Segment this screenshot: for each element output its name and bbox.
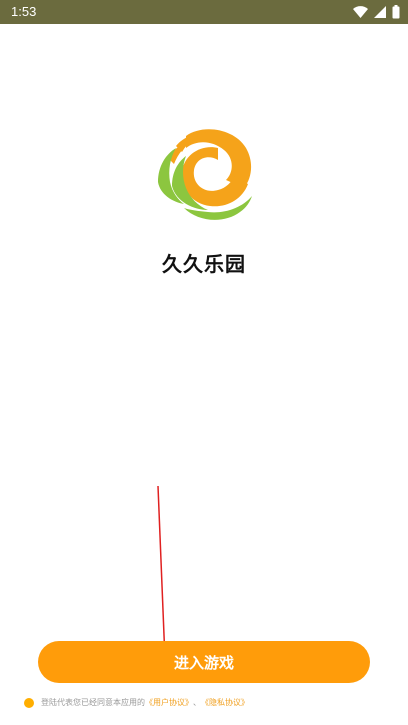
- app-name: 久久乐园: [162, 252, 246, 276]
- wifi-icon: [353, 6, 368, 18]
- battery-icon: [392, 5, 400, 19]
- signal-icon: [374, 6, 386, 18]
- user-agreement-link[interactable]: 《用户协议》: [145, 697, 193, 708]
- enter-game-button[interactable]: 进入游戏: [38, 641, 370, 683]
- agreement-row: 登陆代表您已经同意本应用的 《用户协议》 、 《隐私协议》: [24, 697, 249, 708]
- status-bar: 1:53: [0, 0, 408, 24]
- agreement-text: 登陆代表您已经同意本应用的: [41, 698, 145, 707]
- logo-icon: [158, 129, 252, 220]
- agreement-separator: 、: [193, 698, 201, 707]
- privacy-policy-link[interactable]: 《隐私协议》: [201, 697, 249, 708]
- status-time: 1:53: [11, 4, 37, 19]
- status-icons: [353, 4, 400, 20]
- app-logo: [154, 126, 254, 230]
- agree-checkbox[interactable]: [24, 697, 34, 708]
